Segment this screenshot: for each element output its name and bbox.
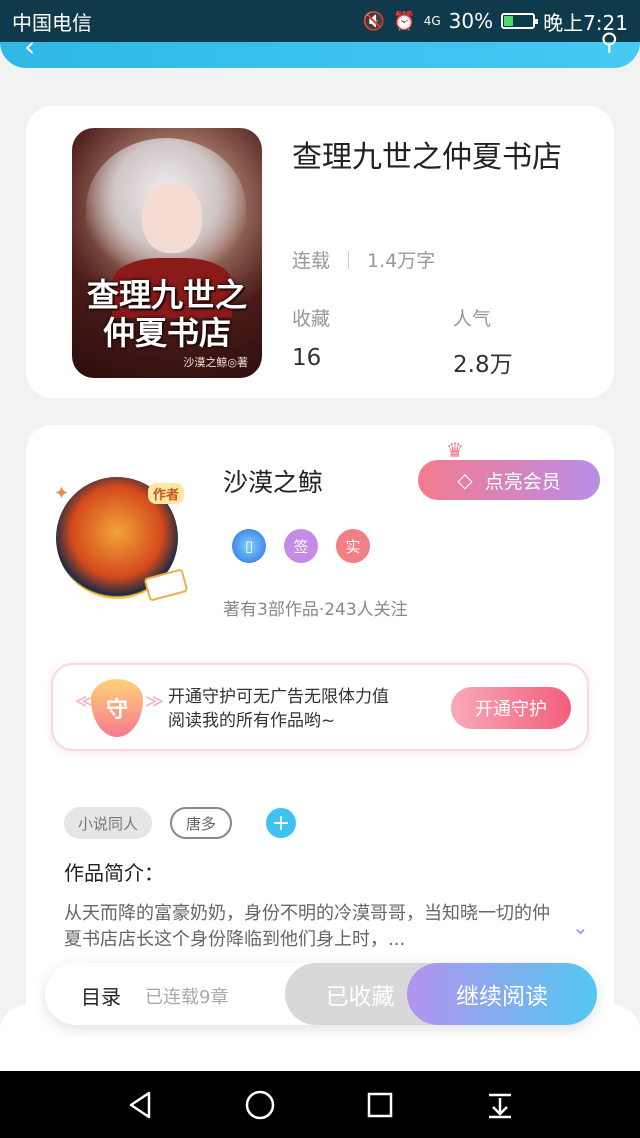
- phone-verified-icon[interactable]: ▯: [232, 529, 266, 563]
- navigation-bar: [0, 1071, 640, 1138]
- author-name[interactable]: 沙漠之鲸: [223, 463, 323, 499]
- book-status: 连载: [292, 250, 331, 272]
- cover-author: 沙漠之鲸◎著: [183, 356, 248, 369]
- battery-percent: 30%: [448, 9, 494, 33]
- tag-item[interactable]: 唐多: [170, 807, 233, 839]
- meta-divider: [348, 250, 350, 269]
- vip-button[interactable]: ♛ ◇ 点亮会员: [418, 438, 600, 500]
- word-count: 1.4万字: [367, 250, 436, 272]
- back-arrow-icon[interactable]: ‹: [24, 30, 35, 63]
- cover-art-face: [142, 183, 202, 253]
- signal-label: 4G: [423, 14, 441, 28]
- battery-icon: [501, 13, 539, 29]
- favorites-stat: 收藏 16: [292, 304, 330, 371]
- avatar-book-icon: [143, 568, 189, 602]
- vip-label: 点亮会员: [484, 470, 561, 493]
- nav-home-icon[interactable]: [240, 1085, 280, 1125]
- guard-text: 开通守护可无广告无限体力值 阅读我的所有作品哟~: [168, 685, 389, 733]
- chapter-count[interactable]: 已连载9章: [145, 983, 228, 1009]
- tag-item[interactable]: 小说同人: [64, 807, 153, 839]
- crown-icon: ♛: [446, 438, 464, 462]
- wing-right-icon: ≫: [145, 691, 164, 712]
- author-badge: 作者: [147, 483, 184, 504]
- author-stats: 著有3部作品·243人关注: [223, 600, 408, 620]
- popularity-label: 人气: [453, 308, 492, 330]
- share-icon[interactable]: ⚲: [600, 28, 618, 56]
- toc-button[interactable]: 目录: [81, 981, 121, 1010]
- nav-back-icon[interactable]: [120, 1085, 160, 1125]
- book-title: 查理九世之仲夏书店: [292, 140, 562, 175]
- author-avatar[interactable]: ✦ 作者: [54, 477, 189, 602]
- real-name-badge[interactable]: 实: [336, 529, 370, 563]
- book-meta: 连载 1.4万字: [292, 246, 435, 273]
- diamond-icon: ◇: [457, 468, 473, 492]
- mute-icon: 🔇: [362, 10, 386, 32]
- popularity-value: 2.8万: [453, 352, 513, 378]
- book-cover[interactable]: 查理九世之仲夏书店 沙漠之鲸◎著: [72, 128, 262, 378]
- continue-reading-button[interactable]: 继续阅读: [407, 963, 597, 1025]
- intro-label: 作品简介：: [64, 861, 164, 885]
- cover-title: 查理九世之仲夏书店: [86, 276, 247, 352]
- author-badges: ▯ 签 实: [232, 529, 370, 563]
- header-bar: ‹ ⚲: [0, 28, 640, 68]
- sparkle-icon: ✦: [54, 483, 70, 504]
- carrier-label: 中国电信: [12, 10, 92, 35]
- favorites-label: 收藏: [292, 308, 331, 330]
- signed-badge[interactable]: 签: [284, 529, 318, 563]
- status-icons: 🔇 ⏰ 4G 30% 晚上7:21: [363, 7, 628, 36]
- nav-recents-icon[interactable]: [360, 1085, 400, 1125]
- guard-promo: ≪ 守 ≫ 开通守护可无广告无限体力值 阅读我的所有作品哟~ 开通守护: [51, 663, 589, 751]
- guard-line-1: 开通守护可无广告无限体力值: [168, 687, 389, 707]
- add-tag-icon[interactable]: +: [266, 808, 297, 838]
- shield-icon: 守: [91, 679, 143, 737]
- intro-text: 从天而降的富豪奶奶，身份不明的冷漠哥哥，当知晓一切的仲夏书店店长这个身份降临到他…: [64, 903, 550, 950]
- chevron-down-icon[interactable]: ⌄: [572, 915, 589, 939]
- guard-line-2: 阅读我的所有作品哟~: [168, 711, 336, 731]
- tag-list: 小说同人 唐多 +: [64, 807, 297, 839]
- guard-button[interactable]: 开通守护: [451, 687, 571, 729]
- favorites-value: 16: [292, 345, 322, 371]
- status-bar: 中国电信 🔇 ⏰ 4G 30% 晚上7:21: [0, 0, 640, 42]
- nav-notification-icon[interactable]: [480, 1085, 520, 1125]
- action-bar: 目录 已连载9章 已收藏 继续阅读: [45, 963, 597, 1025]
- alarm-icon: ⏰: [393, 10, 416, 32]
- popularity-stat: 人气 2.8万: [453, 304, 513, 379]
- book-info-card: 查理九世之仲夏书店 沙漠之鲸◎著 查理九世之仲夏书店 连载 1.4万字 收藏 1…: [26, 106, 614, 398]
